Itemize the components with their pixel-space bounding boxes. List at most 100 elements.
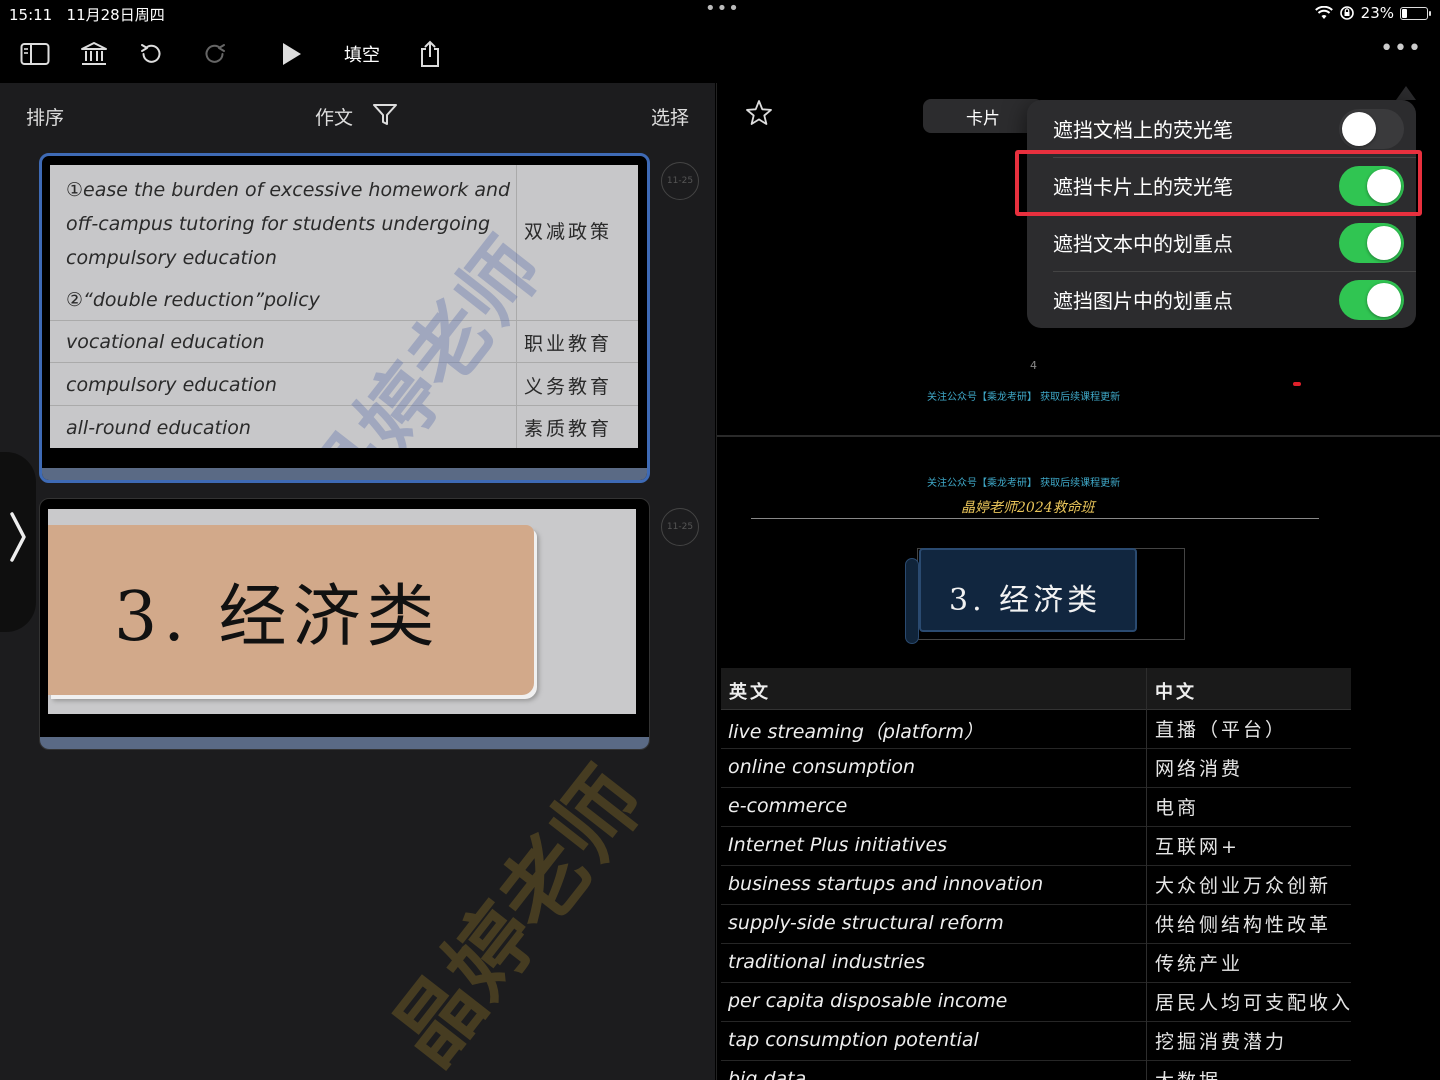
row-chinese: 挖掘消费潜力 bbox=[1155, 1031, 1288, 1053]
fill-blank-button[interactable]: 填空 bbox=[338, 38, 386, 70]
card-footer-bar bbox=[42, 468, 647, 480]
row-english: traditional industries bbox=[728, 951, 926, 973]
select-button[interactable]: 选择 bbox=[651, 103, 689, 130]
row-english: per capita disposable income bbox=[728, 990, 1008, 1012]
row-english: business startups and innovation bbox=[728, 873, 1044, 895]
page-number: 4 bbox=[1030, 359, 1037, 372]
chevron-right-icon[interactable] bbox=[8, 510, 28, 574]
row-chinese: 职业教育 bbox=[524, 333, 613, 355]
table-row: online consumption 网络消费 bbox=[721, 749, 1351, 788]
row-chinese: 居民人均可支配收入 bbox=[1155, 992, 1351, 1014]
row-chinese: 直播（平台） bbox=[1155, 719, 1288, 741]
menu-item-label: 遮挡文本中的划重点 bbox=[1053, 232, 1233, 256]
popover-arrow bbox=[1396, 86, 1416, 100]
annotation-mark bbox=[1293, 382, 1301, 386]
toggle-switch[interactable] bbox=[1339, 223, 1404, 263]
table-row: business startups and innovation 大众创业万众创新 bbox=[721, 866, 1351, 905]
date-badge: 11-25 bbox=[661, 162, 699, 200]
flashcard[interactable]: 3. 经济类 bbox=[39, 498, 650, 750]
row-english: all-round education bbox=[66, 417, 251, 439]
wifi-icon bbox=[1314, 6, 1333, 19]
menu-item-label: 遮挡文档上的荧光笔 bbox=[1053, 118, 1233, 142]
tab-cards[interactable]: 卡片 bbox=[923, 99, 1043, 133]
row-english: big data bbox=[728, 1068, 807, 1080]
play-icon[interactable] bbox=[276, 38, 306, 70]
table-row: supply-side structural reform 供给侧结构性改革 bbox=[721, 905, 1351, 944]
filter-icon[interactable] bbox=[372, 103, 398, 131]
row-english: supply-side structural reform bbox=[728, 912, 1004, 934]
sidebar-icon[interactable] bbox=[18, 38, 52, 70]
share-icon[interactable] bbox=[416, 38, 444, 70]
redo-icon[interactable] bbox=[200, 38, 230, 70]
page-divider bbox=[717, 435, 1440, 437]
battery-icon bbox=[1400, 6, 1431, 20]
toggle-switch[interactable] bbox=[1339, 280, 1404, 320]
row-english: live streaming（platform） bbox=[728, 721, 983, 743]
flashcard[interactable]: ①ease the burden of excessive homework a… bbox=[39, 153, 650, 483]
row-english: tap consumption potential bbox=[728, 1029, 979, 1051]
row-chinese: 大数据 bbox=[1155, 1066, 1221, 1080]
table-header: 英文 中文 bbox=[721, 668, 1351, 710]
row-chinese: 双减政策 bbox=[524, 221, 613, 243]
row-english: compulsory education bbox=[66, 374, 277, 396]
status-bar: 15:11 11月28日周四 ••• 23% bbox=[0, 0, 1440, 26]
promo-text: 关注公众号【乘龙考研】 获取后续课程更新 bbox=[927, 392, 1121, 403]
menu-item-mask-doc-highlighter[interactable]: 遮挡文档上的荧光笔 bbox=[1027, 100, 1416, 157]
row-english: online consumption bbox=[728, 756, 916, 778]
row-chinese: 传统产业 bbox=[1155, 953, 1244, 975]
row-english: vocational education bbox=[66, 331, 265, 353]
rotation-lock-icon bbox=[1339, 6, 1354, 20]
promo-text: 关注公众号【乘龙考研】 获取后续课程更新 bbox=[927, 478, 1121, 489]
status-indicators: 23% bbox=[1314, 4, 1431, 22]
table-row: live streaming（platform） 直播（平台） bbox=[721, 710, 1351, 749]
section-title: 3. 经济类 bbox=[114, 578, 441, 657]
row-chinese: 电商 bbox=[1155, 797, 1200, 819]
header-chinese: 中文 bbox=[1155, 682, 1197, 703]
battery-fill bbox=[1402, 8, 1407, 18]
row-english: e-commerce bbox=[728, 795, 848, 817]
row-chinese: 大众创业万众创新 bbox=[1155, 875, 1332, 897]
row-chinese: 义务教育 bbox=[524, 376, 613, 398]
table-row: big data 大数据 bbox=[721, 1061, 1351, 1080]
battery-percent: 23% bbox=[1360, 4, 1394, 22]
card-footer-bar bbox=[40, 737, 649, 749]
menu-item-label: 遮挡图片中的划重点 bbox=[1053, 289, 1233, 313]
undo-icon[interactable] bbox=[136, 38, 166, 70]
section-title-image: 3. 经济类 bbox=[48, 509, 636, 714]
table-row: per capita disposable income 居民人均可支配收入 bbox=[721, 983, 1351, 1022]
category-button[interactable]: 作文 bbox=[315, 103, 353, 130]
more-icon[interactable]: ••• bbox=[1380, 36, 1422, 61]
section-title: 3. 经济类 bbox=[949, 583, 1102, 618]
toggle-knob bbox=[1342, 112, 1376, 146]
toolbar: 填空 ••• bbox=[0, 26, 1440, 83]
library-icon[interactable] bbox=[78, 38, 110, 70]
table-row: tap consumption potential 挖掘消费潜力 bbox=[721, 1022, 1351, 1061]
highlight-annotation-box bbox=[1015, 150, 1422, 216]
star-icon[interactable] bbox=[745, 99, 773, 131]
table-divider bbox=[1146, 668, 1147, 1080]
row-chinese: 网络消费 bbox=[1155, 758, 1244, 780]
menu-item-mask-text-emphasis[interactable]: 遮挡文本中的划重点 bbox=[1027, 214, 1416, 271]
card-list-panel: 排序 作文 选择 ①ease the burden of excessive h… bbox=[0, 83, 715, 1080]
row-chinese: 供给侧结构性改革 bbox=[1155, 914, 1332, 936]
menu-item-mask-image-emphasis[interactable]: 遮挡图片中的划重点 bbox=[1027, 271, 1416, 328]
toggle-switch[interactable] bbox=[1339, 109, 1404, 149]
status-time: 15:11 11月28日周四 bbox=[9, 6, 165, 24]
scroll-decoration bbox=[905, 558, 919, 644]
multitask-dots-icon[interactable]: ••• bbox=[705, 0, 740, 19]
vocab-table-image: ①ease the burden of excessive homework a… bbox=[50, 165, 638, 448]
title-underline bbox=[751, 518, 1319, 519]
row-chinese: 素质教育 bbox=[524, 418, 613, 440]
sort-button[interactable]: 排序 bbox=[26, 103, 64, 130]
table-row: vocational education 职业教育 bbox=[50, 321, 638, 363]
course-title: 晶婷老师2024救命班 bbox=[961, 500, 1095, 516]
toggle-knob bbox=[1367, 283, 1401, 317]
row-chinese: 互联网+ bbox=[1155, 836, 1240, 858]
table-row: Internet Plus initiatives 互联网+ bbox=[721, 827, 1351, 866]
toggle-knob bbox=[1367, 226, 1401, 260]
table-row: e-commerce 电商 bbox=[721, 788, 1351, 827]
date-badge: 11-25 bbox=[661, 508, 699, 546]
row-english: Internet Plus initiatives bbox=[728, 834, 948, 856]
table-row: traditional industries 传统产业 bbox=[721, 944, 1351, 983]
header-english: 英文 bbox=[729, 682, 771, 703]
